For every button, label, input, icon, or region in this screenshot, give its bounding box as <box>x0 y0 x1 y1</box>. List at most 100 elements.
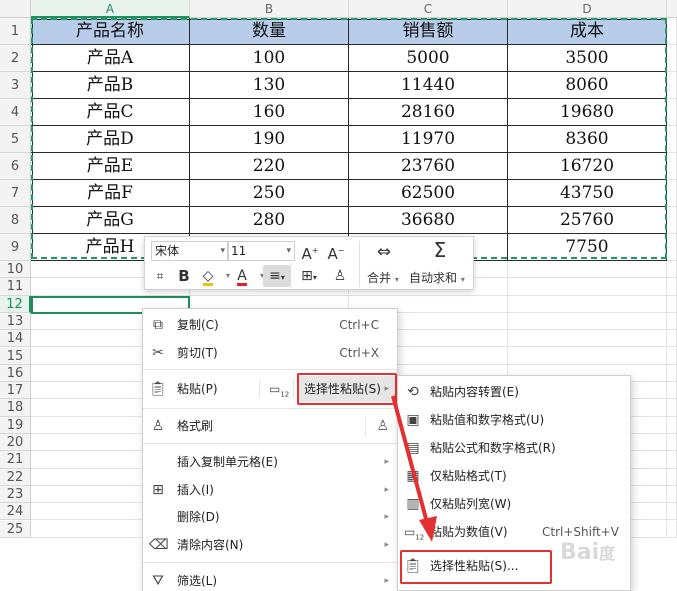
grid-cell[interactable] <box>508 278 667 296</box>
table-cell[interactable]: 25760 <box>508 207 667 234</box>
table-cell[interactable]: 43750 <box>508 180 667 207</box>
row-header-21[interactable]: 21 <box>0 451 31 469</box>
row-header-23[interactable]: 23 <box>0 485 31 504</box>
grid-cell[interactable] <box>667 503 677 521</box>
autosum-icon[interactable]: Σ <box>425 239 455 261</box>
table-header-cell[interactable]: 产品名称 <box>31 18 190 45</box>
column-header-d[interactable]: D <box>508 0 667 18</box>
grid-cell[interactable] <box>667 399 677 417</box>
menu-item-insert[interactable]: ⊞ 插入(I) ▸ <box>143 477 397 503</box>
menu-item-format-painter[interactable]: ♙ 格式刷 ♙ <box>143 413 397 439</box>
menu-item-delete[interactable]: 删除(D) ▸ <box>143 504 397 530</box>
table-cell[interactable]: 11440 <box>349 72 508 99</box>
grid-cell[interactable] <box>667 520 677 538</box>
grid-cell[interactable] <box>667 330 677 348</box>
grid-cell[interactable] <box>667 434 677 452</box>
table-cell[interactable]: 产品B <box>31 72 190 99</box>
row-header-10[interactable]: 10 <box>0 261 31 279</box>
select-all-corner[interactable] <box>0 0 31 18</box>
table-cell[interactable]: 16720 <box>508 153 667 180</box>
merge-cells-icon[interactable]: ⇔ <box>369 241 399 263</box>
menu-item-filter[interactable]: ⛛ 筛选(L) ▸ <box>143 568 397 591</box>
row-header-3[interactable]: 3 <box>0 72 31 99</box>
menu-item-cut[interactable]: ✂ 剪切(T) Ctrl+X <box>143 340 397 366</box>
grid-cell[interactable] <box>667 45 677 72</box>
table-cell[interactable]: 100 <box>190 45 349 72</box>
table-cell[interactable]: 5000 <box>349 45 508 72</box>
menu-item-insert-copied-cells[interactable]: 插入复制单元格(E) ▸ <box>143 449 397 475</box>
grid-cell[interactable] <box>667 18 677 45</box>
grid-cell[interactable] <box>667 295 677 313</box>
bold-button[interactable]: B <box>173 265 195 287</box>
grid-cell[interactable] <box>667 126 677 153</box>
grid-cell[interactable] <box>667 207 677 234</box>
grid-cell[interactable] <box>667 99 677 126</box>
row-header-1[interactable]: 1 <box>0 18 31 45</box>
table-cell[interactable]: 产品D <box>31 126 190 153</box>
table-cell[interactable]: 产品G <box>31 207 190 234</box>
table-cell[interactable]: 160 <box>190 99 349 126</box>
grid-cell[interactable] <box>667 468 677 486</box>
table-cell[interactable]: 产品A <box>31 45 190 72</box>
grid-cell[interactable] <box>667 364 677 383</box>
autosum-button[interactable]: 自动求和 ▾ <box>409 269 465 286</box>
row-header-6[interactable]: 6 <box>0 153 31 180</box>
row-header-17[interactable]: 17 <box>0 382 31 400</box>
grid-cell[interactable] <box>508 295 667 313</box>
font-name-select[interactable]: 宋体 ▾ <box>151 241 229 261</box>
decrease-font-size-icon[interactable]: A− <box>325 240 347 263</box>
increase-font-size-icon[interactable]: A+ <box>299 240 321 263</box>
table-cell[interactable]: 产品F <box>31 180 190 207</box>
row-header-9[interactable]: 9 <box>0 234 31 261</box>
column-header-c[interactable]: C <box>349 0 508 18</box>
grid-cell[interactable] <box>667 72 677 99</box>
row-header-15[interactable]: 15 <box>0 347 31 365</box>
row-header-22[interactable]: 22 <box>0 468 31 486</box>
table-cell[interactable]: 28160 <box>349 99 508 126</box>
menu-item-clear[interactable]: ⌫ 清除内容(N) ▸ <box>143 532 397 558</box>
table-cell[interactable]: 190 <box>190 126 349 153</box>
table-cell[interactable]: 8060 <box>508 72 667 99</box>
table-cell[interactable]: 220 <box>190 153 349 180</box>
grid-cell[interactable] <box>508 347 667 365</box>
table-header-cell[interactable]: 成本 <box>508 18 667 45</box>
grid-cell[interactable] <box>667 416 677 434</box>
grid-cell[interactable] <box>667 312 677 331</box>
table-cell[interactable]: 130 <box>190 72 349 99</box>
grid-cell[interactable] <box>667 278 677 296</box>
grid-cell[interactable] <box>667 347 677 365</box>
table-cell[interactable]: 产品E <box>31 153 190 180</box>
table-cell[interactable]: 250 <box>190 180 349 207</box>
borders-icon[interactable]: ⊞▾ <box>295 265 323 287</box>
grid-cell[interactable] <box>667 485 677 504</box>
row-header-5[interactable]: 5 <box>0 126 31 153</box>
row-header-11[interactable]: 11 <box>0 278 31 296</box>
font-size-select[interactable]: 11 ▾ <box>227 241 295 261</box>
fill-color-icon[interactable]: ◇ <box>197 265 219 287</box>
merge-button[interactable]: 合并 ▾ <box>367 269 399 286</box>
grid-cell[interactable] <box>667 451 677 469</box>
grid-cell[interactable] <box>508 330 667 348</box>
table-cell[interactable]: 36680 <box>349 207 508 234</box>
menu-item-paste[interactable]: 📋︎ 粘贴(P) <box>143 376 259 402</box>
align-center-icon[interactable]: ≡▾ <box>263 265 291 287</box>
grid-cell[interactable] <box>667 261 677 279</box>
grid-cell[interactable] <box>667 153 677 180</box>
row-header-14[interactable]: 14 <box>0 330 31 348</box>
table-cell[interactable]: 11970 <box>349 126 508 153</box>
table-cell[interactable]: 19680 <box>508 99 667 126</box>
row-header-24[interactable]: 24 <box>0 503 31 521</box>
row-header-20[interactable]: 20 <box>0 434 31 452</box>
menu-item-copy[interactable]: ⧉ 复制(C) Ctrl+C <box>143 312 397 338</box>
grid-cell[interactable] <box>508 312 667 331</box>
table-cell[interactable]: 23760 <box>349 153 508 180</box>
grid-cell[interactable] <box>667 382 677 400</box>
font-color-button[interactable]: A <box>231 265 253 287</box>
column-header-a[interactable]: A <box>31 0 190 18</box>
column-header-b[interactable]: B <box>190 0 349 18</box>
grid-cell[interactable] <box>667 180 677 207</box>
table-header-cell[interactable]: 销售额 <box>349 18 508 45</box>
table-cell[interactable]: 产品C <box>31 99 190 126</box>
format-cells-icon[interactable]: ⌗ <box>149 265 171 287</box>
format-painter-icon[interactable]: ♙ <box>329 265 351 287</box>
